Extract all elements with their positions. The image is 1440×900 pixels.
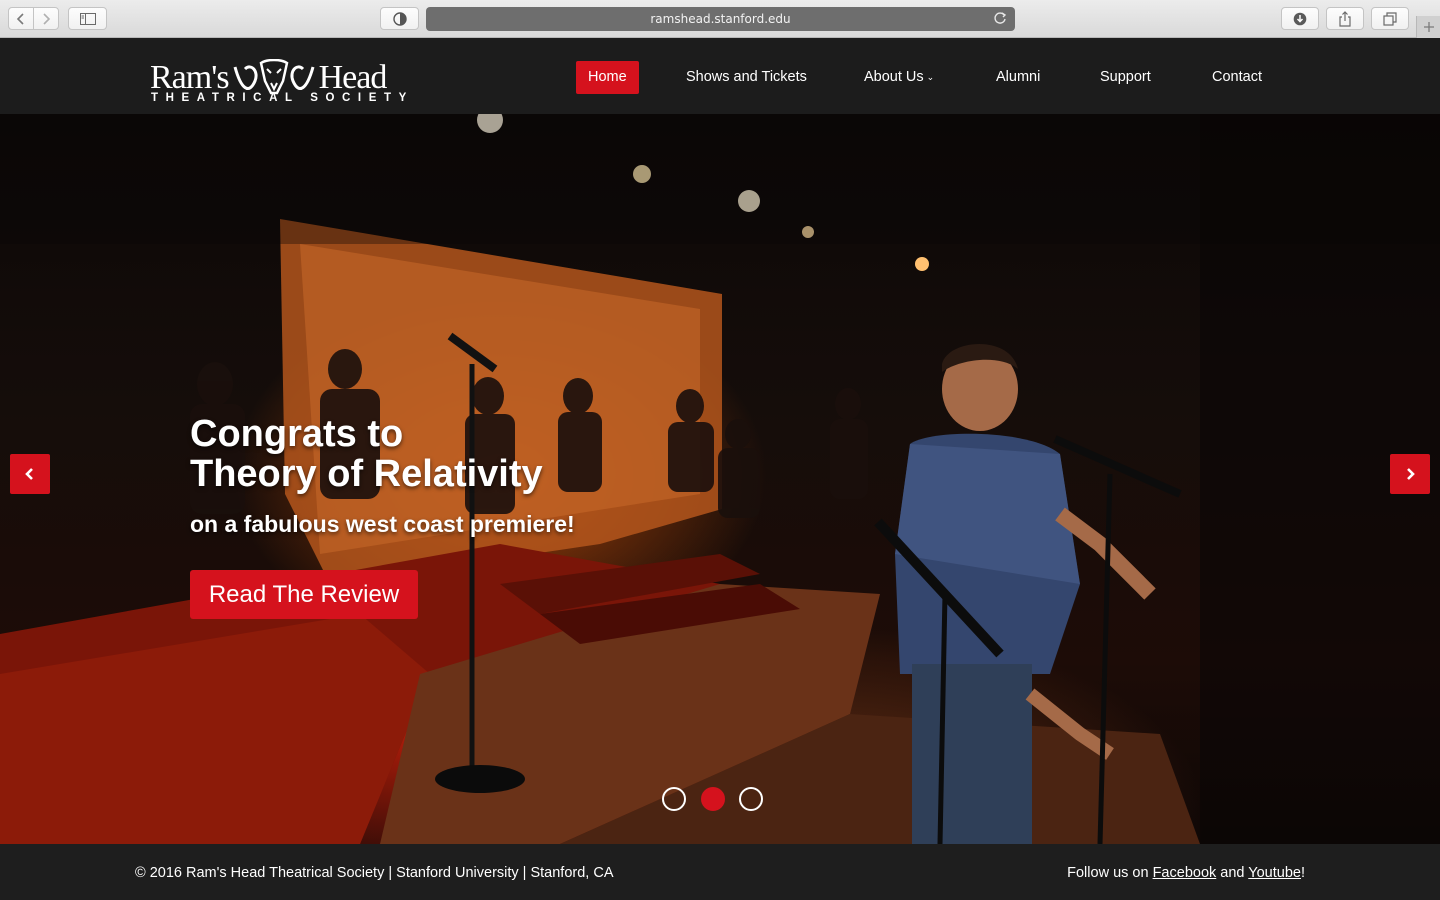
chevron-left-icon bbox=[25, 468, 33, 480]
nav-about-us[interactable]: About Us ⌄ bbox=[864, 61, 934, 94]
site-header: Ram's Head THEATRICAL SOCIETY Home Shows… bbox=[0, 38, 1440, 114]
back-button[interactable] bbox=[8, 7, 34, 30]
download-icon bbox=[1293, 12, 1307, 25]
nav-contact[interactable]: Contact bbox=[1212, 61, 1262, 94]
new-tab-button[interactable] bbox=[1416, 16, 1440, 38]
follow-suffix: ! bbox=[1300, 865, 1305, 881]
hero-title-line-2: Theory of Relativity bbox=[190, 453, 543, 495]
chevron-right-icon bbox=[43, 12, 51, 25]
sidebar-icon bbox=[79, 12, 96, 25]
follow-prefix: Follow us on bbox=[1067, 865, 1153, 881]
hero-carousel: Congrats to Theory of Relativity on a fa… bbox=[0, 114, 1440, 844]
privacy-shield-icon bbox=[392, 11, 407, 26]
url-text: ramshead.stanford.edu bbox=[650, 12, 791, 26]
carousel-next-button[interactable] bbox=[1390, 454, 1430, 494]
chevron-down-icon: ⌄ bbox=[926, 72, 935, 82]
facebook-link[interactable]: Facebook bbox=[1153, 865, 1217, 881]
chevron-left-icon bbox=[16, 12, 24, 25]
sidebar-button[interactable] bbox=[68, 7, 107, 30]
share-button[interactable] bbox=[1326, 7, 1364, 30]
nav-home[interactable]: Home bbox=[576, 61, 639, 94]
browser-toolbar: ramshead.stanford.edu bbox=[0, 0, 1440, 38]
share-icon bbox=[1339, 10, 1351, 27]
tabs-icon bbox=[1383, 11, 1397, 26]
hero-title: Congrats to Theory of Relativity bbox=[190, 414, 710, 494]
social-follow: Follow us on Facebook and Youtube! bbox=[1067, 865, 1305, 881]
read-review-button[interactable]: Read The Review bbox=[190, 570, 418, 619]
nav-alumni[interactable]: Alumni bbox=[996, 61, 1040, 94]
plus-icon bbox=[1423, 22, 1434, 32]
carousel-dot-1[interactable] bbox=[662, 787, 686, 811]
downloads-button[interactable] bbox=[1281, 7, 1319, 30]
hero-subtitle: on a fabulous west coast premiere! bbox=[190, 511, 575, 537]
nav-support[interactable]: Support bbox=[1100, 61, 1151, 94]
follow-and: and bbox=[1216, 865, 1249, 881]
reload-icon[interactable] bbox=[993, 11, 1007, 25]
chevron-right-icon bbox=[1407, 468, 1415, 480]
address-bar[interactable]: ramshead.stanford.edu bbox=[426, 7, 1015, 31]
carousel-dot-2[interactable] bbox=[701, 787, 725, 811]
copyright-text: © 2016 Ram's Head Theatrical Society | S… bbox=[135, 865, 614, 881]
youtube-link[interactable]: Youtube bbox=[1248, 865, 1301, 881]
privacy-button[interactable] bbox=[380, 7, 419, 30]
main-nav: Home Shows and Tickets About Us ⌄ Alumni … bbox=[0, 61, 1440, 95]
hero-title-line-1: Congrats to bbox=[190, 413, 404, 455]
site-footer: © 2016 Ram's Head Theatrical Society | S… bbox=[0, 844, 1440, 900]
carousel-prev-button[interactable] bbox=[10, 454, 50, 494]
show-tabs-button[interactable] bbox=[1371, 7, 1409, 30]
carousel-dot-3[interactable] bbox=[739, 787, 763, 811]
nav-about-us-label: About Us bbox=[864, 69, 924, 85]
nav-shows-and-tickets[interactable]: Shows and Tickets bbox=[686, 61, 807, 94]
forward-button[interactable] bbox=[33, 7, 59, 30]
